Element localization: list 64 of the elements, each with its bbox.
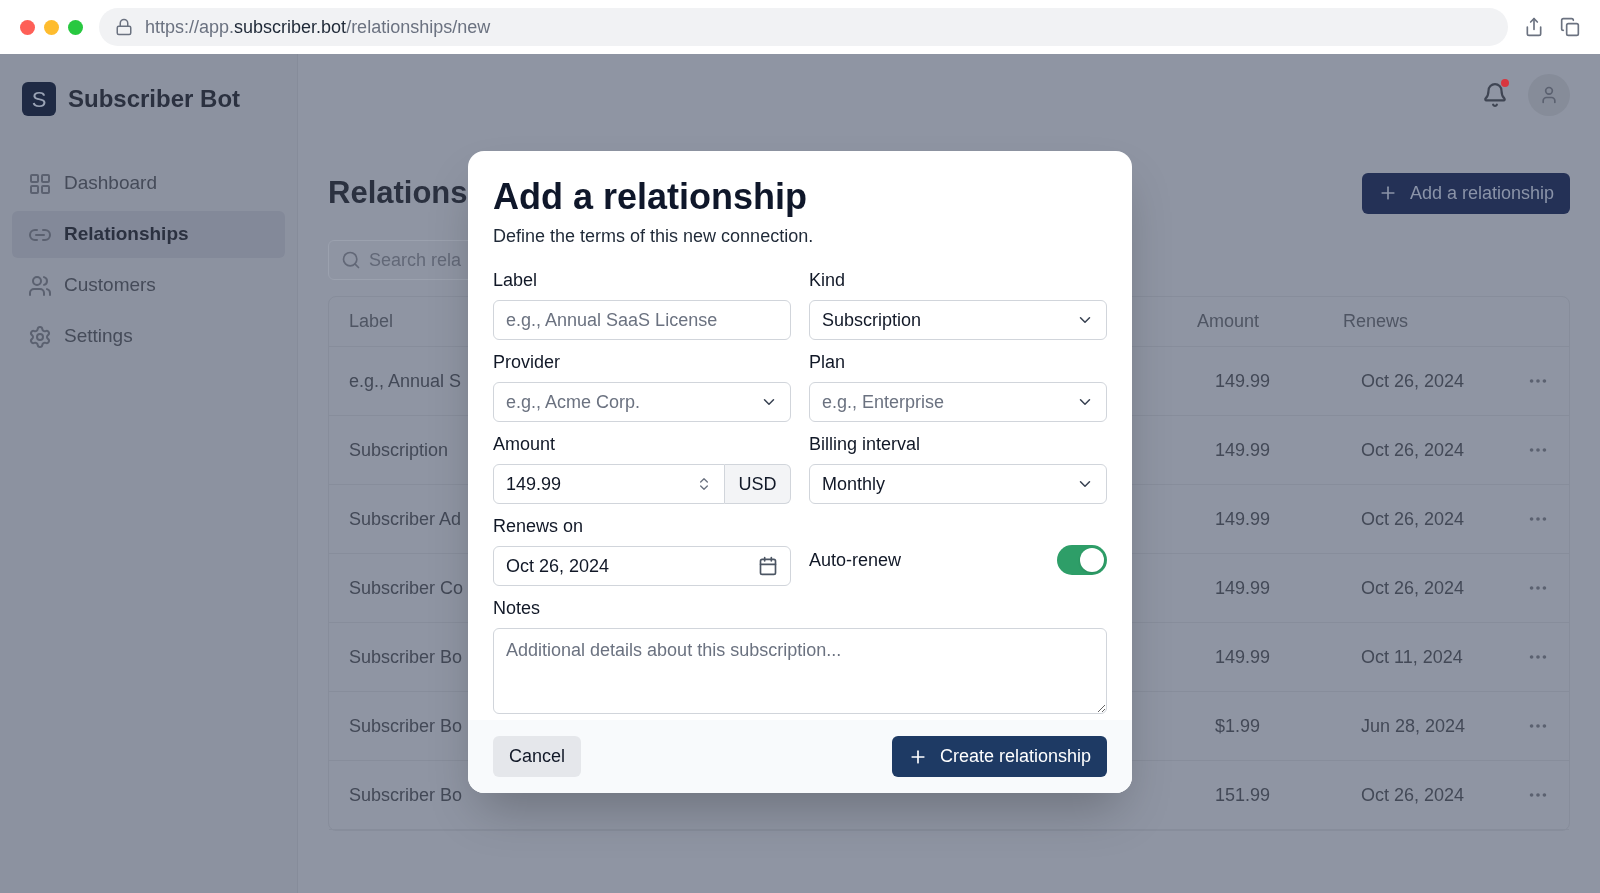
table-cell-text: 149.99	[1215, 507, 1272, 531]
amount-field[interactable]: 149.99	[493, 464, 725, 504]
table-cell-text: Jun 28, 2024	[1361, 714, 1467, 738]
dialog-title: Add a relationship	[493, 175, 809, 219]
calendar-icon	[758, 556, 778, 576]
lock-icon	[115, 18, 133, 36]
table-cell-text: 149.99	[1215, 645, 1272, 669]
notes-textarea[interactable]: Additional details about this subscription...	[493, 628, 1107, 714]
field-label: Label	[493, 269, 539, 292]
sidebar-item[interactable]: Dashboard	[12, 160, 285, 207]
label-input[interactable]: e.g., Annual SaaS License	[493, 300, 791, 340]
table-cell-text: 149.99	[1215, 369, 1272, 393]
table-cell-text: Subscriber Bo	[349, 714, 464, 738]
table-cell-text: Oct 11, 2024	[1361, 645, 1464, 669]
currency-addon: USD	[725, 464, 791, 504]
cancel-button[interactable]: Cancel	[493, 736, 582, 777]
table-cell-text: Oct 26, 2024	[1361, 369, 1466, 393]
gear-icon	[28, 324, 52, 349]
toggle-switch[interactable]	[1057, 545, 1107, 575]
page-title: Relations	[328, 173, 468, 212]
table-cell-text: 149.99	[1215, 438, 1272, 462]
field-label: Billing interval	[809, 433, 922, 456]
user-icon	[1539, 85, 1559, 105]
address-bar[interactable]: https://app.subscriber.bot/relationships/new	[99, 8, 1508, 46]
search-icon	[341, 250, 361, 270]
field-label: Amount	[493, 433, 557, 456]
table-cell-text: Oct 26, 2024	[1361, 783, 1466, 807]
users-icon	[28, 273, 52, 298]
select-field[interactable]: e.g., Enterprise	[809, 382, 1107, 422]
sidebar-item[interactable]: Customers	[12, 262, 285, 309]
sidebar-item[interactable]: Relationships	[12, 211, 285, 258]
sidebar-item[interactable]: Settings	[12, 313, 285, 360]
select-field[interactable]: Monthly	[809, 464, 1107, 504]
field-label: Provider	[493, 351, 562, 374]
table-cell-text: 149.99	[1215, 576, 1272, 600]
table-cell-text: Subscriber Bo	[349, 783, 464, 807]
select-field[interactable]: Subscription	[809, 300, 1107, 340]
table-cell-text: 151.99	[1215, 783, 1272, 807]
add-relationship-button[interactable]: Add a relationship	[1361, 172, 1570, 214]
table-cell-text: e.g., Annual S	[349, 369, 463, 393]
url-text: https://app.subscriber.bot/relationships/new	[145, 15, 491, 39]
logo-mark: S	[22, 82, 56, 116]
field-label: Kind	[809, 269, 847, 292]
table-cell-text: Oct 26, 2024	[1361, 507, 1466, 531]
field-label: Auto-renew	[809, 548, 902, 572]
app-name: Subscriber Bot	[68, 84, 241, 114]
field-label: Notes	[493, 597, 542, 620]
table-cell-text: $1.99	[1215, 714, 1262, 738]
field-label: Plan	[809, 351, 847, 374]
date-field[interactable]: Oct 26, 2024	[493, 546, 791, 586]
dialog-subtitle: Define the terms of this new connection.	[493, 225, 815, 248]
notification-bell-icon[interactable]	[1482, 82, 1508, 108]
field-label: Renews on	[493, 515, 585, 538]
select-field[interactable]: e.g., Acme Corp.	[493, 382, 791, 422]
table-cell-text: Oct 26, 2024	[1361, 576, 1466, 600]
tabs-icon[interactable]	[1560, 17, 1580, 37]
grid-icon	[28, 171, 52, 196]
column-header: Renews	[1343, 310, 1410, 333]
table-cell-text: Subscriber Co	[349, 576, 465, 600]
avatar-button[interactable]	[1528, 74, 1570, 116]
share-icon[interactable]	[1524, 17, 1544, 37]
table-cell-text: Oct 26, 2024	[1361, 438, 1466, 462]
column-header: Amount	[1197, 310, 1261, 333]
create-relationship-button[interactable]: Create relationship	[891, 736, 1107, 777]
